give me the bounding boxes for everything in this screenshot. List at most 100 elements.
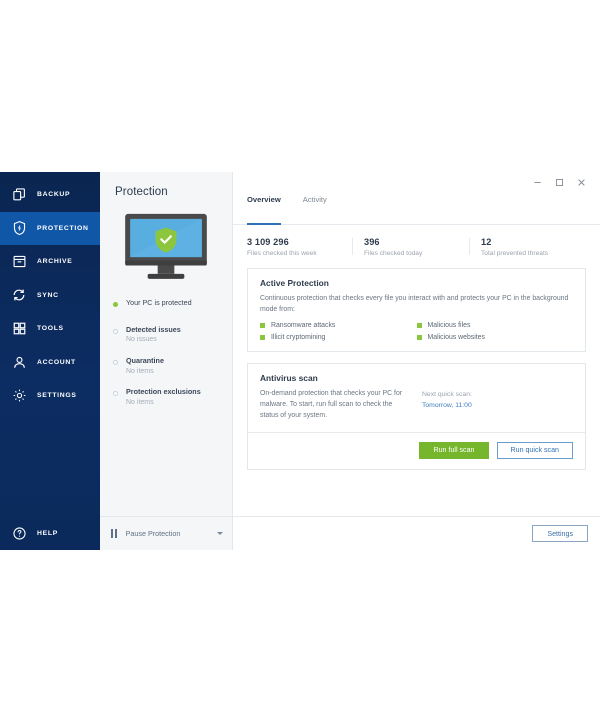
sidebar-item-settings[interactable]: SETTINGS <box>0 379 100 413</box>
next-scan-label: Next quick scan: <box>422 391 472 399</box>
bullet-square-icon <box>260 335 265 341</box>
status-row: Quarantine No items <box>113 356 232 377</box>
pause-icon <box>111 529 117 538</box>
next-scan-time[interactable]: Tomorrow, 11:00 <box>422 401 472 411</box>
sidebar-item-protection[interactable]: PROTECTION <box>0 211 100 245</box>
settings-button[interactable]: Settings <box>532 525 588 542</box>
tab-bar: Overview Activity <box>233 192 600 225</box>
status-protected: Your PC is protected <box>113 298 232 308</box>
active-protection-card: Active Protection Continuous protection … <box>247 268 586 353</box>
sidebar-help-label: HELP <box>37 529 58 537</box>
bullet-malicious-websites: Malicious websites <box>416 334 574 342</box>
stat-value: 3 109 296 <box>247 237 289 247</box>
close-icon[interactable] <box>570 173 592 191</box>
status-title: Detected issues <box>126 324 181 334</box>
minimize-icon[interactable] <box>526 173 548 191</box>
antivirus-scan-body: On-demand protection that checks your PC… <box>260 389 573 421</box>
protection-summary-panel: Protection Your PC is protected Detected… <box>100 172 233 550</box>
question-circle-icon <box>10 524 28 542</box>
sidebar-item-label: PROTECTION <box>37 224 89 232</box>
sync-arrows-icon <box>10 286 28 304</box>
protection-status-list: Your PC is protected Detected issues No … <box>100 284 232 418</box>
status-item-detected-issues[interactable]: Detected issues No issues <box>113 325 232 346</box>
active-protection-bullets: Ransomware attacks Malicious files Illic… <box>260 322 573 341</box>
stat-caption: Total prevented threats <box>481 250 549 257</box>
bullet-ransomware-attacks: Ransomware attacks <box>260 322 417 329</box>
tab-activity[interactable]: Activity <box>303 192 327 218</box>
sidebar: BACKUP PROTECTION ARCHIVE SYNC TOOLS ACC… <box>0 172 100 550</box>
status-protected-label: Your PC is protected <box>126 298 192 307</box>
status-dot-idle-icon <box>113 391 118 397</box>
mid-panel-spacer <box>100 418 232 516</box>
chevron-down-icon[interactable] <box>217 532 223 535</box>
application-window: BACKUP PROTECTION ARCHIVE SYNC TOOLS ACC… <box>0 172 600 550</box>
bullet-malicious-files: Malicious files <box>416 322 574 330</box>
status-row: Detected issues No issues <box>113 325 232 346</box>
sidebar-item-help[interactable]: HELP <box>0 516 100 550</box>
run-full-scan-button[interactable]: Run full scan <box>419 441 489 459</box>
stat-value: 396 <box>364 237 380 247</box>
sidebar-nav: BACKUP PROTECTION ARCHIVE SYNC TOOLS ACC… <box>0 172 100 413</box>
page-title: Protection <box>115 186 168 198</box>
sidebar-item-archive[interactable]: ARCHIVE <box>0 245 100 279</box>
sidebar-item-sync[interactable]: SYNC <box>0 279 100 313</box>
run-quick-scan-button[interactable]: Run quick scan <box>496 441 573 459</box>
status-dot-green <box>113 302 118 307</box>
status-value: No items <box>126 367 154 375</box>
status-dot-idle-icon <box>113 359 118 365</box>
bullet-square-icon <box>416 323 422 329</box>
gear-icon <box>10 387 28 405</box>
status-item-quarantine[interactable]: Quarantine No items <box>113 356 232 377</box>
active-protection-title: Active Protection <box>260 278 329 288</box>
bullet-illicit-cryptomining: Illicit cryptomining <box>260 334 417 341</box>
sidebar-item-label: TOOLS <box>37 325 64 333</box>
pause-protection-label: Pause Protection <box>125 529 181 538</box>
shield-icon <box>10 219 28 237</box>
main-content: Overview Activity 3 109 296 Files checke… <box>233 172 600 550</box>
status-value: No issues <box>126 336 157 344</box>
stats-row: 3 109 296 Files checked this week 396 Fi… <box>233 225 600 257</box>
archive-box-icon <box>10 253 28 271</box>
main-spacer <box>233 470 600 516</box>
person-icon <box>10 353 28 371</box>
stat-total-prevented-threats: 12 Total prevented threats <box>469 237 586 257</box>
sidebar-item-label: ACCOUNT <box>37 358 76 366</box>
grid-squares-icon <box>10 320 28 338</box>
bullet-label: Illicit cryptomining <box>271 334 326 342</box>
sidebar-item-backup[interactable]: BACKUP <box>0 178 100 212</box>
stat-caption: Files checked this week <box>247 250 317 257</box>
next-scan-info: Next quick scan: Tomorrow, 11:00 <box>408 389 472 421</box>
sidebar-item-label: BACKUP <box>37 191 71 199</box>
antivirus-scan-description-wrap: On-demand protection that checks your PC… <box>260 389 408 421</box>
sidebar-item-tools[interactable]: TOOLS <box>0 312 100 346</box>
sidebar-item-label: SETTINGS <box>37 392 77 400</box>
antivirus-scan-title: Antivirus scan <box>260 373 318 384</box>
status-item-protection-exclusions[interactable]: Protection exclusions No items <box>113 387 232 408</box>
monitor-with-shield-illustration <box>100 212 232 284</box>
sidebar-item-label: ARCHIVE <box>37 258 73 266</box>
maximize-icon[interactable] <box>548 173 570 191</box>
status-row: Protection exclusions No items <box>113 387 232 408</box>
status-dot-idle-icon <box>113 328 118 334</box>
bullet-square-icon <box>416 335 422 341</box>
sidebar-item-account[interactable]: ACCOUNT <box>0 346 100 380</box>
stat-files-checked-today: 396 Files checked today <box>352 237 469 257</box>
window-titlebar <box>233 172 600 192</box>
status-gap <box>113 313 232 325</box>
bullet-label: Malicious websites <box>427 334 485 342</box>
stat-caption: Files checked today <box>364 250 423 257</box>
bullet-label: Malicious files <box>427 322 471 330</box>
bullet-square-icon <box>260 323 265 329</box>
bullet-label: Ransomware attacks <box>271 322 336 330</box>
main-footer: Settings <box>233 516 600 550</box>
status-title: Protection exclusions <box>126 387 201 397</box>
pause-protection-control[interactable]: Pause Protection <box>100 516 232 550</box>
stat-files-checked-this-week: 3 109 296 Files checked this week <box>247 237 352 257</box>
status-title: Quarantine <box>126 355 164 365</box>
sidebar-item-label: SYNC <box>37 291 59 299</box>
status-value: No items <box>126 398 154 406</box>
stat-value: 12 <box>481 237 492 247</box>
tab-overview[interactable]: Overview <box>247 192 281 225</box>
antivirus-scan-card: Antivirus scan On-demand protection that… <box>247 363 586 470</box>
